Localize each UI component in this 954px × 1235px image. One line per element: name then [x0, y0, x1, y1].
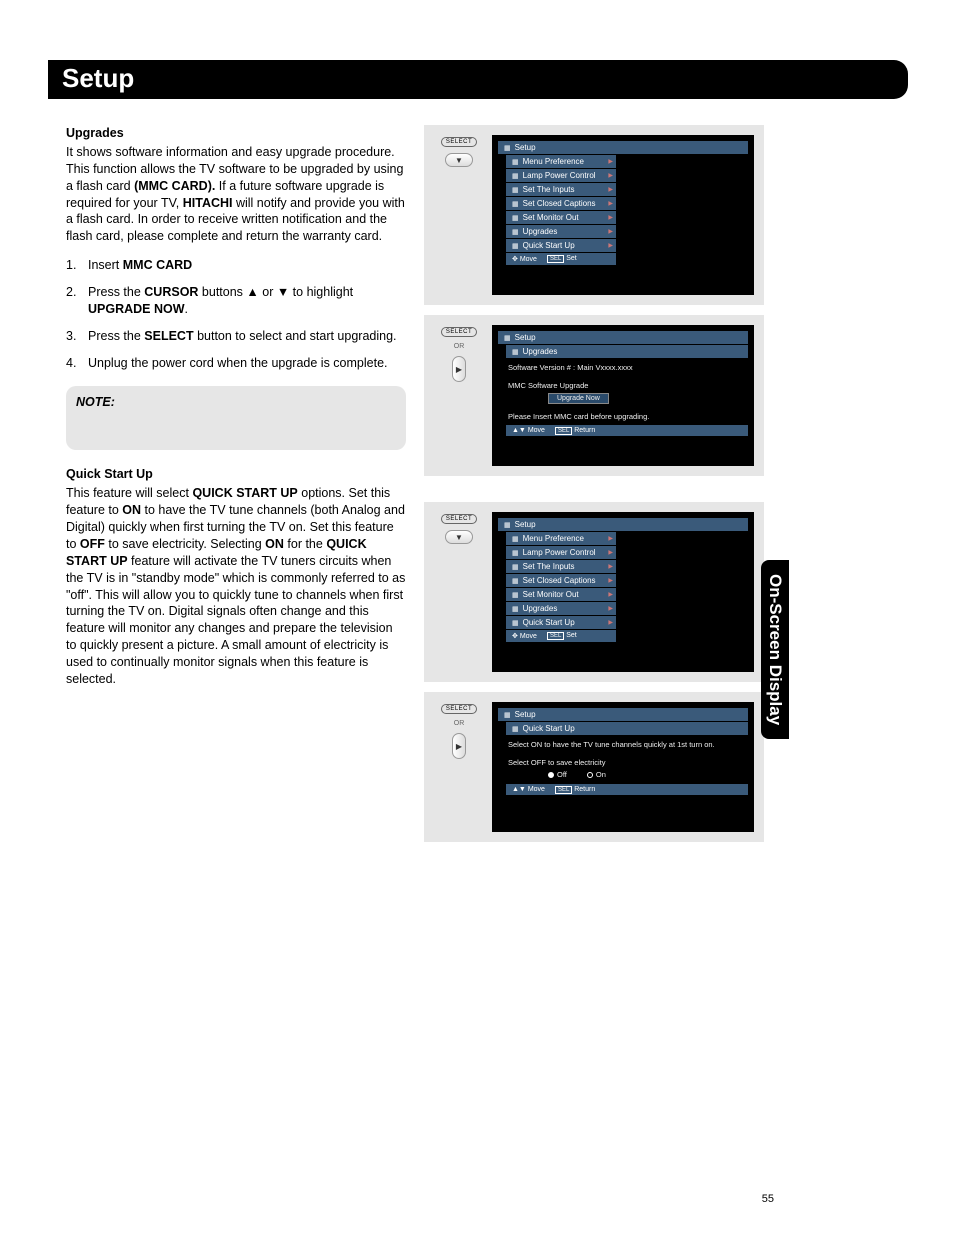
list-item: 4. Unplug the power cord when the upgrad… — [66, 355, 406, 372]
note-box: NOTE: — [66, 386, 406, 451]
osd-item: ▦Quick Start Up — [506, 616, 616, 629]
select-button-icon: SELECT — [441, 137, 477, 147]
osd-item: ▦Set Monitor Out — [506, 211, 616, 224]
osd-panel-setup-2: SELECT ▼ ▦Setup ▦Menu Preference ▦Lamp P… — [424, 502, 764, 682]
osd-footer: ▲▼ Move SEL Return — [506, 784, 748, 795]
osd-item: ▦Lamp Power Control — [506, 169, 616, 182]
radio-off: Off — [548, 770, 567, 780]
osd-title: ▦Setup — [498, 331, 748, 344]
osd-subtitle: ▦Upgrades — [506, 345, 748, 358]
quickstart-heading: Quick Start Up — [66, 466, 406, 483]
osd-item: ▦Set Monitor Out — [506, 588, 616, 601]
page-number: 55 — [762, 1193, 774, 1205]
osd-panel-setup-1: SELECT ▼ ▦Setup ▦Menu Preference ▦Lamp P… — [424, 125, 764, 305]
select-button-icon: SELECT — [441, 704, 477, 714]
list-item: 1. Insert MMC CARD — [66, 257, 406, 274]
right-arrow-icon: ▶ — [452, 733, 466, 759]
right-arrow-icon: ▶ — [452, 356, 466, 382]
quick-off-message: Select OFF to save electricity Off On — [498, 754, 748, 784]
right-column: SELECT ▼ ▦Setup ▦Menu Preference ▦Lamp P… — [424, 125, 764, 852]
osd-item: ▦Set The Inputs — [506, 560, 616, 573]
or-label: OR — [454, 343, 465, 350]
software-version: Software Version # : Main Vxxxx.xxxx — [498, 359, 748, 377]
osd-item: ▦Lamp Power Control — [506, 546, 616, 559]
select-button-icon: SELECT — [441, 514, 477, 524]
osd-panel-quickstart: SELECT OR ▶ ▦Setup ▦Quick Start Up Selec… — [424, 692, 764, 842]
osd-item: ▦Set Closed Captions — [506, 574, 616, 587]
upgrades-heading: Upgrades — [66, 125, 406, 142]
or-label: OR — [454, 720, 465, 727]
down-arrow-icon: ▼ — [445, 530, 473, 544]
osd-item: ▦Upgrades — [506, 602, 616, 615]
osd-panel-upgrades: SELECT OR ▶ ▦Setup ▦Upgrades Software Ve… — [424, 315, 764, 476]
osd-title: ▦Setup — [498, 518, 748, 531]
osd-footer: ▲▼ Move SEL Return — [506, 425, 748, 436]
osd-title: ▦Setup — [498, 708, 748, 721]
osd-footer: ✥ Move SEL Set — [506, 630, 616, 642]
radio-on: On — [587, 770, 606, 780]
osd-title: ▦Setup — [498, 141, 748, 154]
osd-item: ▦Menu Preference — [506, 155, 616, 168]
upgrades-steps: 1. Insert MMC CARD 2. Press the CURSOR b… — [66, 257, 406, 371]
osd-subtitle: ▦Quick Start Up — [506, 722, 748, 735]
list-item: 2. Press the CURSOR buttons ▲ or ▼ to hi… — [66, 284, 406, 318]
osd-item: ▦Set Closed Captions — [506, 197, 616, 210]
insert-mmc-message: Please Insert MMC card before upgrading. — [498, 408, 748, 426]
page-title: Setup — [48, 60, 908, 99]
quick-on-message: Select ON to have the TV tune channels q… — [498, 736, 748, 754]
side-tab: On-Screen Display — [761, 560, 789, 739]
list-item: 3. Press the SELECT button to select and… — [66, 328, 406, 345]
upgrade-now-button: Upgrade Now — [548, 393, 609, 404]
mmc-upgrade-label: MMC Software Upgrade Upgrade Now — [498, 377, 748, 408]
down-arrow-icon: ▼ — [445, 153, 473, 167]
osd-item: ▦Upgrades — [506, 225, 616, 238]
left-column: Upgrades It shows software information a… — [66, 125, 406, 852]
osd-item: ▦Set The Inputs — [506, 183, 616, 196]
osd-item: ▦Menu Preference — [506, 532, 616, 545]
osd-item: ▦Quick Start Up — [506, 239, 616, 252]
quickstart-text: This feature will select QUICK START UP … — [66, 485, 406, 688]
osd-footer: ✥ Move SEL Set — [506, 253, 616, 265]
select-button-icon: SELECT — [441, 327, 477, 337]
upgrades-intro: It shows software information and easy u… — [66, 144, 406, 245]
